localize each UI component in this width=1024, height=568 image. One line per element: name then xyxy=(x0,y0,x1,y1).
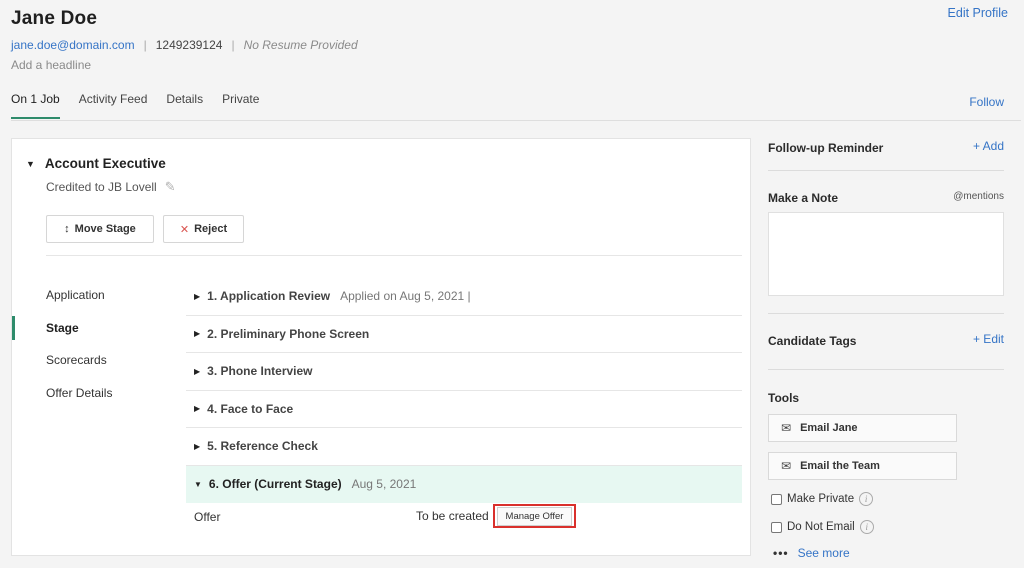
job-title: Account Executive xyxy=(44,156,166,171)
note-section: Make a Note @mentions xyxy=(768,189,1004,207)
tools-title: Tools xyxy=(768,391,800,405)
ellipsis-icon: ••• xyxy=(773,546,789,560)
tags-title: Candidate Tags xyxy=(768,334,857,348)
email-candidate-button[interactable]: ✉ Email Jane xyxy=(768,414,957,442)
tools-section: Tools xyxy=(768,389,1004,407)
card-divider xyxy=(46,255,742,256)
edit-tags-link[interactable]: + Edit xyxy=(973,332,1004,346)
current-stage-row[interactable]: ▼ 6. Offer (Current Stage) Aug 5, 2021 xyxy=(186,465,742,503)
offer-label: Offer xyxy=(194,510,221,524)
see-more-link[interactable]: ••• See more xyxy=(773,546,850,560)
close-icon: ✕ xyxy=(179,223,190,236)
do-not-email-label: Do Not Email xyxy=(787,521,855,533)
caret-down-icon[interactable]: ▼ xyxy=(26,159,35,169)
manage-offer-button[interactable]: Manage Offer xyxy=(496,506,573,526)
divider: | xyxy=(231,38,235,52)
tabs-divider xyxy=(11,120,1021,121)
note-title: Make a Note xyxy=(768,191,839,205)
tab-details[interactable]: Details xyxy=(166,92,203,119)
email-candidate-label: Email Jane xyxy=(800,422,858,434)
make-private-checkbox[interactable] xyxy=(771,493,782,505)
stage-list: ▶ 1. Application Review Applied on Aug 5… xyxy=(186,278,742,533)
info-icon[interactable]: i xyxy=(859,492,874,506)
tags-section: Candidate Tags + Edit xyxy=(768,332,1004,350)
side-nav-application[interactable]: Application xyxy=(12,279,172,312)
stage-title: 1. Application Review xyxy=(207,289,331,304)
do-not-email-row: Do Not Email i xyxy=(771,520,874,534)
job-card: ▼ Account Executive Credited to JB Lovel… xyxy=(11,138,751,556)
follow-up-title: Follow-up Reminder xyxy=(768,141,884,155)
candidate-phone: 1249239124 xyxy=(155,38,223,52)
follow-link[interactable]: Follow xyxy=(969,95,1004,109)
manage-offer-highlight: Manage Offer xyxy=(493,504,576,528)
reject-label: Reject xyxy=(194,223,228,235)
stage-row[interactable]: ▶ 5. Reference Check xyxy=(186,428,742,466)
pencil-icon[interactable]: ✎ xyxy=(165,179,176,195)
stage-title: 6. Offer (Current Stage) xyxy=(208,477,342,492)
caret-right-icon: ▶ xyxy=(194,441,201,451)
stage-row[interactable]: ▶ 4. Face to Face xyxy=(186,391,742,428)
follow-up-section: Follow-up Reminder + Add xyxy=(768,139,1004,157)
caret-right-icon: ▶ xyxy=(194,404,201,414)
resume-status: No Resume Provided xyxy=(243,38,358,52)
edit-profile-link[interactable]: Edit Profile xyxy=(948,6,1008,20)
mentions-hint: @mentions xyxy=(953,191,1004,202)
envelope-icon: ✉ xyxy=(781,421,792,435)
offer-row: Offer To be created Manage Offer xyxy=(186,503,742,533)
caret-right-icon: ▶ xyxy=(194,329,201,339)
make-private-row: Make Private i xyxy=(771,492,874,506)
stage-title: 3. Phone Interview xyxy=(207,364,313,379)
stage-row[interactable]: ▶ 2. Preliminary Phone Screen xyxy=(186,316,742,353)
note-input[interactable] xyxy=(768,212,1004,296)
stage-meta: Applied on Aug 5, 2021 | xyxy=(340,289,471,304)
stage-meta: Aug 5, 2021 xyxy=(351,477,417,492)
do-not-email-checkbox[interactable] xyxy=(771,521,782,533)
caret-right-icon: ▶ xyxy=(194,366,201,376)
candidate-email-link[interactable]: jane.doe@domain.com xyxy=(11,38,135,52)
email-team-button[interactable]: ✉ Email the Team xyxy=(768,452,957,480)
credited-text: Credited to JB Lovell xyxy=(46,180,157,194)
section-divider xyxy=(768,170,1004,171)
info-icon[interactable]: i xyxy=(859,520,874,534)
headline-field[interactable]: Add a headline xyxy=(11,58,91,72)
side-nav-offer-details[interactable]: Offer Details xyxy=(12,377,172,410)
stage-title: 4. Face to Face xyxy=(207,401,294,416)
move-stage-label: Move Stage xyxy=(74,223,136,235)
envelope-icon: ✉ xyxy=(781,459,792,473)
job-side-nav: Application Stage Scorecards Offer Detai… xyxy=(12,279,172,409)
make-private-label: Make Private xyxy=(787,493,855,505)
candidate-name: Jane Doe xyxy=(11,8,98,29)
stage-row[interactable]: ▶ 1. Application Review Applied on Aug 5… xyxy=(186,278,742,316)
add-reminder-link[interactable]: + Add xyxy=(973,139,1004,153)
contact-row: jane.doe@domain.com | 1249239124 | No Re… xyxy=(11,38,358,52)
reject-button[interactable]: ✕ Reject xyxy=(163,215,244,243)
section-divider xyxy=(768,369,1004,370)
offer-status: To be created xyxy=(416,509,489,523)
section-divider xyxy=(768,313,1004,314)
job-header[interactable]: ▼ Account Executive xyxy=(26,156,166,171)
profile-tabs: On 1 Job Activity Feed Details Private xyxy=(11,92,278,119)
vertical-arrows-icon: ↕ xyxy=(64,223,70,235)
caret-right-icon: ▶ xyxy=(194,291,201,301)
move-stage-button[interactable]: ↕ Move Stage xyxy=(46,215,154,243)
tab-on-1-job[interactable]: On 1 Job xyxy=(11,92,60,119)
side-nav-scorecards[interactable]: Scorecards xyxy=(12,344,172,377)
stage-row[interactable]: ▶ 3. Phone Interview xyxy=(186,353,742,391)
side-nav-stage[interactable]: Stage xyxy=(12,312,172,345)
stage-title: 5. Reference Check xyxy=(207,439,318,454)
see-more-label: See more xyxy=(797,546,850,560)
tab-activity-feed[interactable]: Activity Feed xyxy=(79,92,148,119)
email-team-label: Email the Team xyxy=(800,460,880,472)
stage-title: 2. Preliminary Phone Screen xyxy=(207,326,370,341)
caret-down-icon: ▼ xyxy=(194,479,202,489)
divider: | xyxy=(143,38,147,52)
credited-row: Credited to JB Lovell ✎ xyxy=(46,179,176,195)
tab-private[interactable]: Private xyxy=(222,92,259,119)
